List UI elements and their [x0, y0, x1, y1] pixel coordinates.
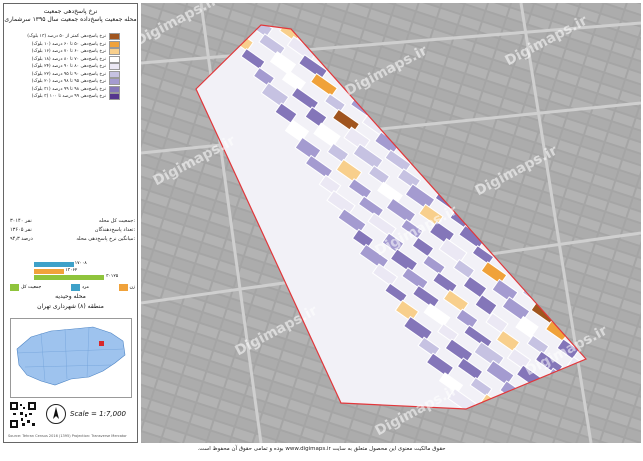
map-svg [141, 3, 641, 443]
legend-swatch [109, 63, 120, 71]
map-canvas[interactable]: Digimaps.ir Digimaps.ir Digimaps.ir Digi… [141, 3, 641, 443]
neighborhood-title: محله وحیدیه [55, 293, 86, 300]
legend-swatch [109, 78, 120, 86]
legend-item: نرخ پاسخ‌دهی کمتر از ۵۰ درصد (۱۳ بلوک) [10, 33, 120, 41]
category-female: زن [118, 284, 135, 291]
legend-item: نرخ پاسخ‌دهی ۸۰ تا ۹۰ درصد (۲۴ بلوک) [10, 63, 120, 71]
stat-row: ۱۳۶۰۵ نفر تعداد پاسخ‌دهندگان: [10, 226, 135, 233]
legend-swatch [109, 55, 120, 63]
bar-total: ۳۰۱۲۵ [34, 274, 118, 280]
legend-item: نرخ پاسخ‌دهی ۷۰ تا ۸۰ درصد (۱۸ بلوک) [10, 55, 120, 64]
category-male: مرد [70, 284, 89, 291]
bar-categories: جمعیت کل مرد زن [10, 284, 135, 291]
legend-item: نرخ پاسخ‌دهی ۵۰ تا ۶۰ درصد (۱۰ بلوک) [10, 40, 120, 49]
population-bars: ۱۷۰۰۸ ۱۳۰۶۲ ۳۰۱۲۵ [34, 261, 134, 282]
legend-swatch [109, 85, 120, 93]
map-sheet: نرخ پاسخ‌دهی جمعیت محله جمعیت پاسخ‌داده … [0, 0, 643, 461]
legend-swatch [109, 70, 120, 78]
legend-item: نرخ پاسخ‌دهی ۹۵ تا ۹۸ درصد (۲۰ بلوک) [10, 78, 120, 86]
category-total: جمعیت کل [10, 284, 41, 291]
legend-item: نرخ پاسخ‌دهی ۹۹ درصد تا ۱۰۰ (۳ بلوک) [10, 93, 120, 101]
neighborhood-subtitle: منطقه (۸) شهرداری تهران [37, 303, 104, 310]
legend-swatch [109, 40, 120, 48]
footer-copyright: حقوق مالکیت معنوی این محصول متعلق به سای… [197, 446, 446, 452]
panel-title-line2: محله جمعیت پاسخ‌داده جمعیت سال ۱۳۹۵ سرشم… [4, 16, 137, 23]
legend-item: نرخ پاسخ‌دهی ۹۸ تا ۹۹ درصد (۳۱ بلوک) [10, 85, 120, 94]
bar-female: ۱۳۰۶۲ [34, 268, 77, 274]
legend-swatch [109, 93, 120, 101]
source-note: Source: Tehran Census 2016 (1395) Projec… [8, 434, 127, 438]
stat-row: ۹۴٫۳ درصد میانگین نرخ پاسخ‌دهی محله: [10, 235, 135, 242]
inset-svg [16, 326, 126, 386]
scale-label: Scale = 1:7,000 [70, 410, 126, 418]
qr-code [10, 402, 36, 428]
legend-swatch [109, 33, 120, 41]
stat-row: ۳۰۱۴۰ نفر جمعیت کل محله: [10, 217, 135, 224]
legend-item: نرخ پاسخ‌دهی ۶۰ تا ۷۰ درصد (۱۶ بلوک) [10, 48, 120, 56]
inset-locator-map [10, 318, 132, 398]
panel-title: نرخ پاسخ‌دهی جمعیت محله جمعیت پاسخ‌داده … [4, 4, 137, 24]
legend-swatch [109, 48, 120, 56]
legend-item: نرخ پاسخ‌دهی ۹۰ تا ۹۵ درصد (۲۲ بلوک) [10, 70, 120, 79]
panel-title-line1: نرخ پاسخ‌دهی جمعیت [43, 8, 98, 15]
inset-highlight [99, 341, 104, 346]
bar-male: ۱۷۰۰۸ [34, 261, 87, 267]
legend: نرخ پاسخ‌دهی کمتر از ۵۰ درصد (۱۳ بلوک) ن… [10, 33, 120, 101]
north-arrow-icon [46, 404, 66, 424]
stats: ۳۰۱۴۰ نفر جمعیت کل محله: ۱۳۶۰۵ نفر تعداد پ… [10, 216, 135, 243]
